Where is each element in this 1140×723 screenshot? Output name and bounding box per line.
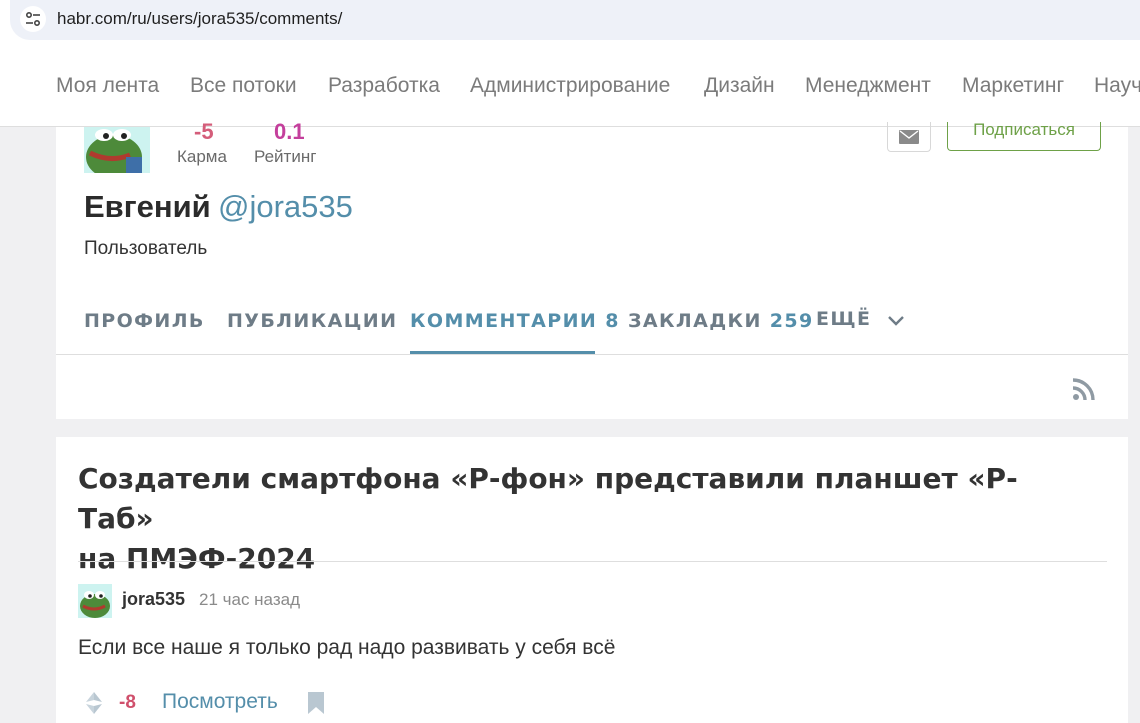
comment-author[interactable]: jora535 xyxy=(122,589,185,610)
chevron-down-icon xyxy=(888,315,905,326)
mail-icon xyxy=(899,129,919,144)
tab-comments-count: 8 xyxy=(605,310,620,332)
nav-item-management[interactable]: Менеджмент xyxy=(805,74,931,98)
tab-bookmarks-count: 259 xyxy=(769,310,814,332)
tab-publications[interactable]: ПУБЛИКАЦИИ xyxy=(227,310,397,332)
karma-label: Карма xyxy=(177,147,227,166)
post-title-line-1: Создатели смартфона «Р-фон» представили … xyxy=(78,462,1018,535)
karma-value: -5 xyxy=(194,119,214,144)
comment-score: -8 xyxy=(119,692,136,713)
tab-bookmarks[interactable]: ЗАКЛАДКИ 259 xyxy=(628,310,814,332)
nav-item-marketing[interactable]: Маркетинг xyxy=(962,74,1064,98)
message-button[interactable] xyxy=(887,122,931,152)
vote-icon[interactable] xyxy=(86,692,102,714)
tab-publications-label: ПУБЛИКАЦИИ xyxy=(227,310,398,332)
card-divider xyxy=(78,561,1107,562)
comment-author-avatar[interactable] xyxy=(78,584,112,618)
user-handle: @jora535 xyxy=(218,189,353,224)
comment-text: Если все наше я только рад надо развиват… xyxy=(78,636,616,659)
tab-comments[interactable]: КОММЕНТАРИИ 8 xyxy=(410,310,620,332)
tab-more[interactable]: ЕЩЁ xyxy=(816,308,905,330)
nav-item-administration[interactable]: Администрирование xyxy=(470,74,670,98)
rss-icon[interactable] xyxy=(1072,377,1096,401)
bookmark-icon[interactable] xyxy=(308,692,324,714)
url-text[interactable]: habr.com/ru/users/jora535/comments/ xyxy=(57,9,342,29)
avatar[interactable] xyxy=(84,127,150,173)
nav-item-development[interactable]: Разработка xyxy=(328,74,440,98)
tab-bookmarks-label: ЗАКЛАДКИ xyxy=(628,310,762,332)
nav-item-popsci[interactable]: Научпоп xyxy=(1094,74,1140,98)
tab-profile[interactable]: ПРОФИЛЬ xyxy=(84,310,205,332)
profile-card: -5 0.1 Карма Рейтинг Подписаться Евгений… xyxy=(56,119,1128,419)
tab-profile-label: ПРОФИЛЬ xyxy=(84,310,205,332)
comment-time[interactable]: 21 час назад xyxy=(199,590,300,610)
comment-card: Создатели смартфона «Р-фон» представили … xyxy=(56,437,1128,723)
rating-value: 0.1 xyxy=(274,119,305,144)
rating-label: Рейтинг xyxy=(254,147,317,166)
tabs-divider xyxy=(56,354,1128,355)
view-comment-link[interactable]: Посмотреть xyxy=(162,690,278,714)
nav-item-all-streams[interactable]: Все потоки xyxy=(190,74,297,98)
user-name: Евгений xyxy=(84,189,211,224)
tab-more-label: ЕЩЁ xyxy=(816,308,872,330)
user-role: Пользователь xyxy=(84,238,208,259)
subscribe-button[interactable]: Подписаться xyxy=(947,122,1101,151)
nav-item-design[interactable]: Дизайн xyxy=(704,74,775,98)
nav-item-my-feed[interactable]: Моя лента xyxy=(56,74,159,98)
browser-address-bar: habr.com/ru/users/jora535/comments/ xyxy=(0,0,1140,48)
main-nav: Моя лента Все потоки Разработка Админист… xyxy=(0,48,1140,127)
post-title-line-2: на ПМЭФ-2024 xyxy=(78,542,316,575)
tab-comments-label: КОММЕНТАРИИ xyxy=(410,310,598,332)
site-settings-icon[interactable] xyxy=(20,6,46,32)
